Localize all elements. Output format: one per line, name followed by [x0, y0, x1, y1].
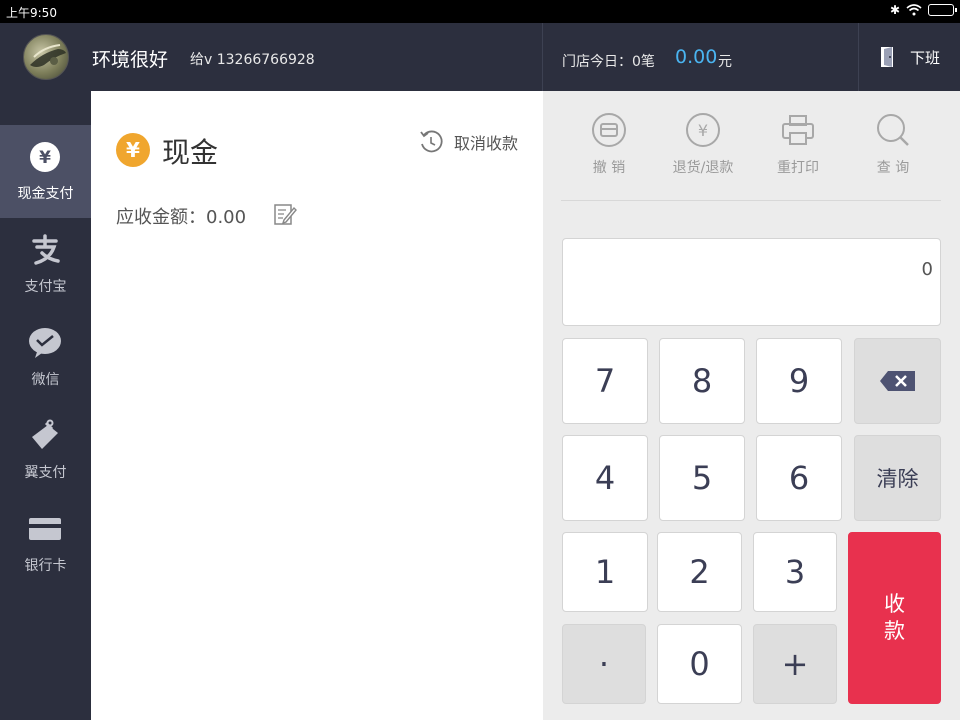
- toolbar-divider: [561, 200, 941, 201]
- store-name: 环境很好: [92, 49, 169, 71]
- yuan-coin-icon: ¥: [30, 142, 60, 172]
- header-divider: [858, 23, 859, 91]
- query-button[interactable]: 查 询: [853, 106, 933, 186]
- key-dot[interactable]: ·: [562, 624, 646, 704]
- query-label: 查 询: [876, 160, 910, 176]
- top-header: 环境很好 给v 13266766928 门店今日：0笔 0.00 元 下班: [0, 23, 960, 91]
- revoke-label: 撤 销: [592, 160, 626, 176]
- collect-payment-label-line1: 收: [884, 592, 905, 616]
- wechat-icon: [29, 328, 61, 358]
- cash-payment-panel: ¥ 现金 取消收款 应收金额：0.00: [91, 91, 543, 720]
- status-time: 上午9:50: [6, 6, 57, 20]
- payment-method-sidebar: ¥ 现金支付 支付宝 微信 翼支付 银行卡: [0, 91, 91, 720]
- status-icons: ✱: [889, 3, 957, 17]
- refund-button[interactable]: ¥ 退货/退款: [663, 106, 743, 186]
- key-1[interactable]: 1: [562, 532, 648, 612]
- backspace-icon: [879, 371, 915, 391]
- sidebar-item-bestpay[interactable]: 翼支付: [0, 404, 91, 497]
- logout-label: 下班: [909, 48, 940, 67]
- key-0[interactable]: 0: [657, 624, 742, 704]
- clear-key[interactable]: 清除: [854, 435, 941, 521]
- key-4[interactable]: 4: [562, 435, 648, 521]
- edit-icon[interactable]: [272, 201, 298, 227]
- backspace-key[interactable]: [854, 338, 941, 424]
- collect-payment-label-line2: 款: [884, 619, 905, 643]
- key-8[interactable]: 8: [659, 338, 745, 424]
- bank-card-icon: [29, 518, 61, 540]
- page-title: 现金: [162, 136, 219, 169]
- logout-button[interactable]: 下班: [860, 23, 960, 91]
- wallet-icon: [32, 419, 58, 449]
- avatar[interactable]: [23, 34, 69, 80]
- account-info: 给v 13266766928: [190, 52, 315, 68]
- amount-due: 应收金额：0.00: [116, 207, 247, 228]
- sidebar-item-wechat[interactable]: 微信: [0, 311, 91, 404]
- today-amount-unit: 元: [718, 54, 732, 70]
- cancel-collection-button[interactable]: 取消收款: [418, 129, 518, 155]
- sidebar-item-label: 现金支付: [17, 186, 74, 202]
- refund-icon: ¥: [686, 113, 720, 147]
- search-icon: [877, 114, 909, 146]
- sidebar-item-label: 支付宝: [24, 279, 67, 295]
- header-divider: [542, 23, 543, 91]
- key-5[interactable]: 5: [659, 435, 745, 521]
- undo-icon: [420, 130, 443, 153]
- sidebar-item-cash[interactable]: ¥ 现金支付: [0, 125, 91, 218]
- revoke-button[interactable]: 撤 销: [569, 106, 649, 186]
- reprint-label: 重打印: [777, 160, 819, 176]
- today-amount: 0.00: [675, 46, 718, 68]
- amount-display-value: 0: [921, 259, 933, 280]
- door-exit-icon: [880, 47, 893, 67]
- key-6[interactable]: 6: [756, 435, 842, 521]
- key-7[interactable]: 7: [562, 338, 648, 424]
- wifi-icon: [906, 4, 922, 16]
- sidebar-item-alipay[interactable]: 支付宝: [0, 218, 91, 311]
- reprint-button[interactable]: 重打印: [758, 106, 838, 186]
- printer-icon: [782, 115, 814, 145]
- key-plus[interactable]: +: [753, 624, 837, 704]
- cash-yuan-icon: ¥: [116, 133, 150, 167]
- key-9[interactable]: 9: [756, 338, 842, 424]
- today-orders-label: 门店今日：0笔: [562, 54, 655, 70]
- keypad-panel: 撤 销 ¥ 退货/退款 重打印 查 询 0 7 8 9 4 5 6 清除 1 2…: [543, 91, 960, 720]
- cancel-collection-label: 取消收款: [454, 134, 519, 153]
- svg-text:¥: ¥: [39, 148, 51, 168]
- sidebar-item-label: 银行卡: [24, 558, 67, 574]
- collect-payment-button[interactable]: 收 款: [848, 532, 941, 704]
- bluetooth-icon: ✱: [889, 3, 900, 17]
- alipay-icon: [32, 234, 60, 265]
- key-3[interactable]: 3: [753, 532, 837, 612]
- sidebar-item-label: 翼支付: [24, 465, 67, 481]
- sidebar-item-bank-card[interactable]: 银行卡: [0, 497, 91, 590]
- battery-icon: [928, 4, 957, 16]
- key-2[interactable]: 2: [657, 532, 742, 612]
- sidebar-item-label: 微信: [31, 372, 60, 388]
- refund-label: 退货/退款: [672, 160, 734, 176]
- revoke-icon: [592, 113, 626, 147]
- status-bar: 上午9:50 ✱: [0, 0, 960, 23]
- svg-text:¥: ¥: [698, 121, 708, 140]
- avatar-image: [30, 44, 66, 67]
- amount-display: 0: [562, 238, 941, 326]
